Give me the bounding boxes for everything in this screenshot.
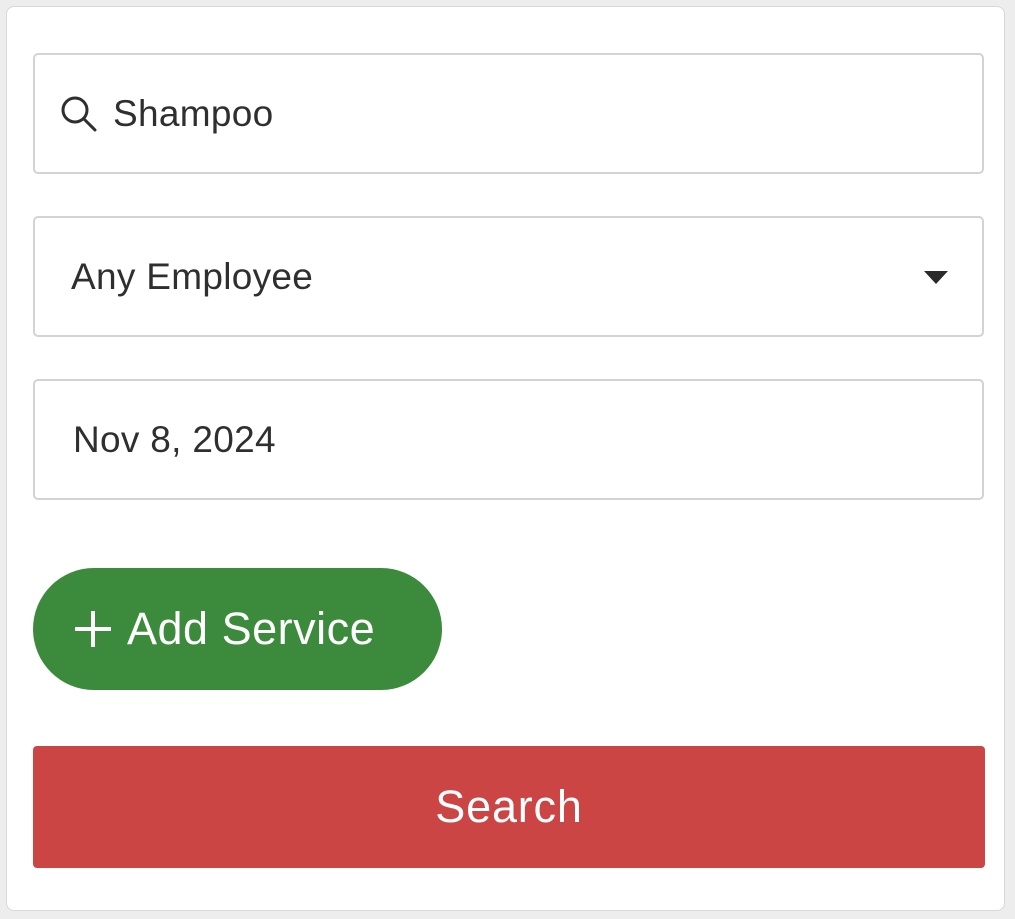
date-field[interactable]: Nov 8, 2024 <box>33 379 984 500</box>
date-field-value: Nov 8, 2024 <box>73 418 276 460</box>
booking-search-panel: Shampoo Any Employee Nov 8, 2024 Add Ser… <box>6 6 1005 911</box>
plus-icon <box>75 611 111 647</box>
search-button[interactable]: Search <box>33 746 985 868</box>
add-service-label: Add Service <box>127 603 376 654</box>
caret-down-icon <box>924 270 948 284</box>
search-input-value: Shampoo <box>113 92 274 134</box>
employee-select-value: Any Employee <box>71 255 314 297</box>
employee-select[interactable]: Any Employee <box>33 216 984 337</box>
search-button-label: Search <box>435 781 583 832</box>
add-service-button[interactable]: Add Service <box>33 568 442 690</box>
search-icon <box>57 92 101 136</box>
service-search-input[interactable]: Shampoo <box>33 53 984 174</box>
